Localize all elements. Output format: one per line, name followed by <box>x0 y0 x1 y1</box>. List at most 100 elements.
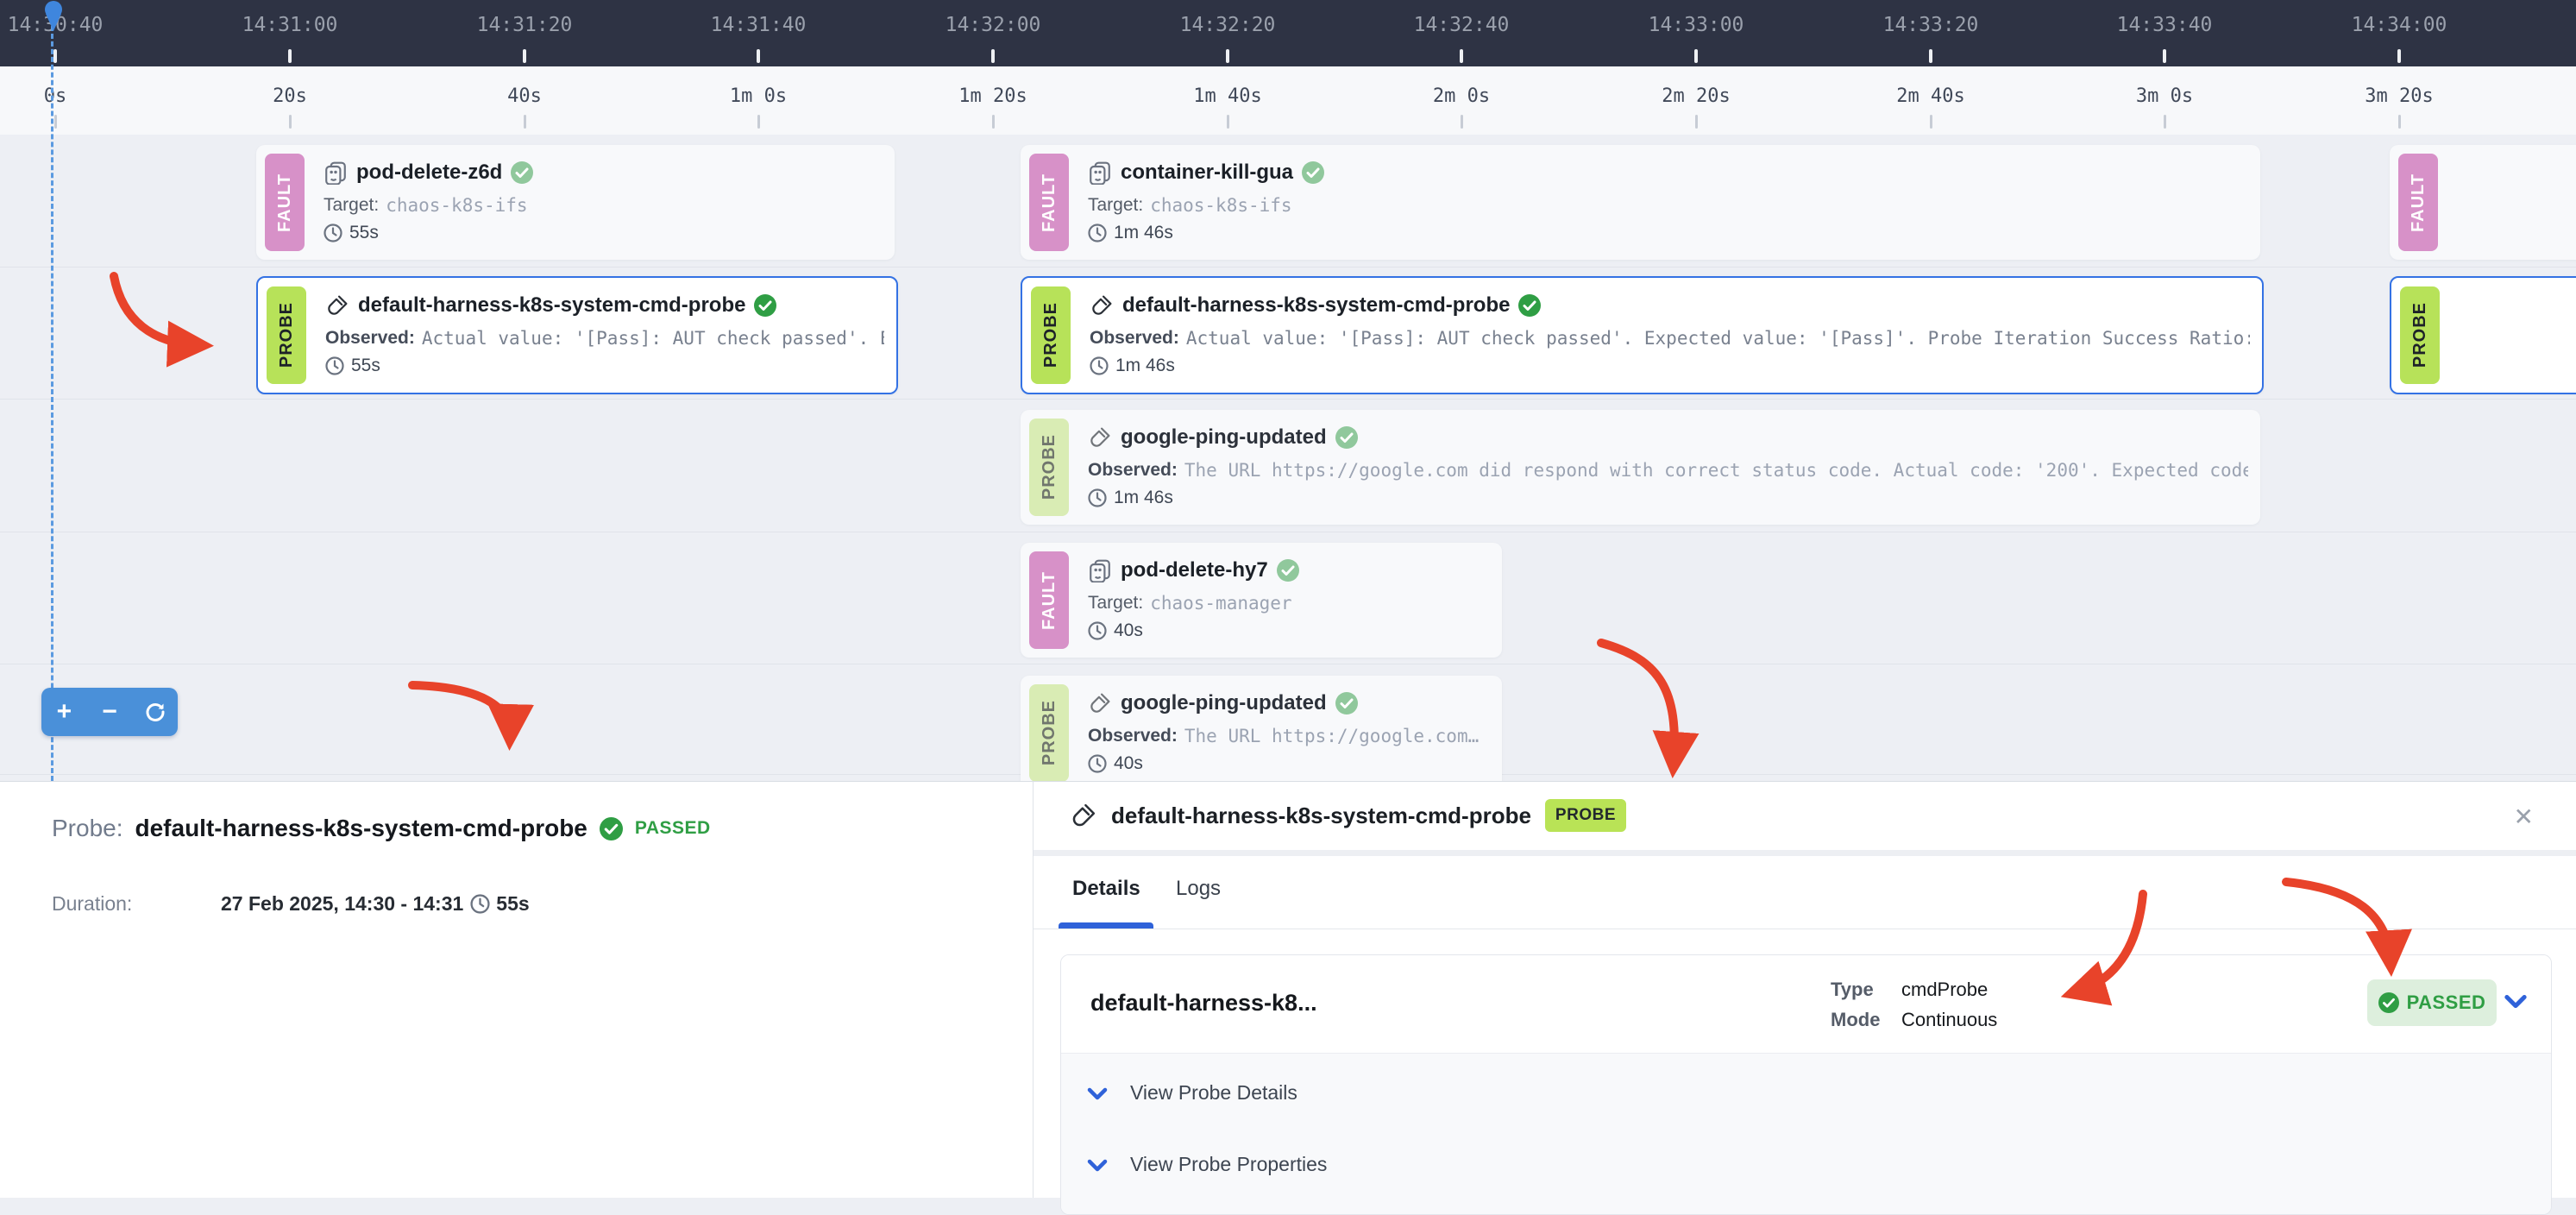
zoom-in-button[interactable]: + <box>47 695 81 729</box>
close-icon[interactable]: ✕ <box>2514 803 2534 831</box>
card-title: pod-delete-hy7 <box>1121 558 1268 582</box>
detail-panel-header: default-harness-k8s-system-cmd-probe PRO… <box>1034 782 2576 850</box>
duration-value: 1m 46s <box>1114 223 1173 243</box>
tick-mark <box>1226 49 1229 63</box>
type-label: Type <box>1831 979 1879 1001</box>
target-value: chaos-manager <box>1150 593 1291 614</box>
duration-value: 55s <box>349 223 379 243</box>
fault-icon <box>1088 558 1112 582</box>
zoom-out-button[interactable]: − <box>92 695 127 729</box>
tick-mark <box>524 115 526 129</box>
elapsed-tick-label: 40s <box>438 85 611 107</box>
probe-badge: PROBE <box>267 286 306 384</box>
tick-mark <box>1929 49 1932 63</box>
card-title: container-kill-gua <box>1121 161 1293 185</box>
view-probe-details-expander[interactable]: View Probe Details <box>1087 1081 1297 1105</box>
observed-label: Observed: <box>1088 726 1178 746</box>
tick-mark <box>53 49 57 63</box>
duration-value: 27 Feb 2025, 14:30 - 14:31 <box>221 892 463 916</box>
tab-logs[interactable]: Logs <box>1176 877 1221 901</box>
check-circle-icon <box>511 161 533 184</box>
mode-value: Continuous <box>1901 1009 1997 1031</box>
clock-icon <box>1088 223 1107 242</box>
duration-time: 55s <box>496 892 529 916</box>
duration-value: 1m 46s <box>1115 356 1175 376</box>
observed-value: Actual value: '[Pass]: AUT check passed'… <box>1186 328 2250 349</box>
elapsed-tick-label: 2m 20s <box>1610 85 1782 107</box>
chevron-down-icon <box>1087 1086 1108 1100</box>
fault-card-pod-delete-z6d[interactable]: FAULT pod-delete-z6d Target: chaos-k8s-i… <box>256 145 895 260</box>
probe-label: Probe: <box>52 815 123 842</box>
elapsed-tick-label: 0s <box>0 85 141 107</box>
probe-type-badge: PROBE <box>1545 799 1626 832</box>
tick-mark <box>1461 115 1463 129</box>
time-tick-label: 14:32:00 <box>907 14 1079 36</box>
time-tick-label: 14:32:40 <box>1375 14 1548 36</box>
target-label: Target: <box>1088 593 1143 614</box>
status-badge: PASSED <box>635 818 711 839</box>
zoom-reset-button[interactable] <box>138 695 173 729</box>
elapsed-tick-label: 2m 0s <box>1375 85 1548 107</box>
type-value: cmdProbe <box>1901 979 1988 1001</box>
elapsed-tick-label: 3m 0s <box>2078 85 2251 107</box>
check-circle-icon <box>1335 692 1358 715</box>
card-title: default-harness-k8s-system-cmd-probe <box>1122 293 1510 318</box>
time-tick-label: 14:31:00 <box>204 14 376 36</box>
tick-mark <box>1227 115 1229 129</box>
elapsed-tick-label: 20s <box>204 85 376 107</box>
time-tick-label: 14:31:20 <box>438 14 611 36</box>
check-circle-icon <box>1277 559 1299 582</box>
probe-card-cmd-probe-2[interactable]: PROBE default-harness-k8s-system-cmd-pro… <box>1021 276 2264 394</box>
active-tab-underline <box>1059 922 1153 929</box>
target-label: Target: <box>324 195 379 216</box>
probe-card-google-ping-1[interactable]: PROBE google-ping-updated Observed: The … <box>1021 410 2260 525</box>
fault-card-partial[interactable]: FAULT <box>2390 145 2576 260</box>
card-title: default-harness-k8s-system-cmd-probe <box>358 293 745 318</box>
card-title: google-ping-updated <box>1121 425 1327 450</box>
clock-icon <box>1088 621 1107 640</box>
reset-zoom-icon <box>144 701 166 723</box>
tab-details[interactable]: Details <box>1072 877 1140 901</box>
fault-card-container-kill-gua[interactable]: FAULT container-kill-gua Target: chaos-k… <box>1021 145 2260 260</box>
timeline-zoom-controls: + − <box>41 688 178 736</box>
timeline-canvas[interactable]: FAULT pod-delete-z6d Target: chaos-k8s-i… <box>0 135 2576 781</box>
clock-icon <box>324 223 342 242</box>
observed-value: The URL https://google.com… <box>1184 726 1479 746</box>
observed-label: Observed: <box>1088 460 1178 481</box>
elapsed-tick-label: 3m 20s <box>2313 85 2485 107</box>
tick-mark <box>2397 49 2401 63</box>
absolute-time-ruler: 14:30:40 14:31:00 14:31:20 14:31:40 14:3… <box>0 0 2576 66</box>
probe-card-google-ping-2[interactable]: PROBE google-ping-updated Observed: The … <box>1021 676 1502 781</box>
playhead-pin[interactable] <box>41 0 66 35</box>
clock-icon <box>470 894 490 914</box>
observed-label: Observed: <box>1090 328 1179 349</box>
check-circle-icon <box>2378 992 2399 1013</box>
probe-result-card: default-harness-k8... Type cmdProbe Mode… <box>1060 954 2552 1215</box>
chevron-down-icon <box>1087 1158 1108 1172</box>
playhead-line <box>51 26 53 781</box>
observed-value: Actual value: '[Pass]: AUT check passed'… <box>422 328 884 349</box>
tick-mark <box>2163 49 2166 63</box>
fault-badge: FAULT <box>2398 154 2438 251</box>
probe-badge: PROBE <box>2400 286 2440 384</box>
fault-card-pod-delete-hy7[interactable]: FAULT pod-delete-hy7 Target: chaos-manag… <box>1021 543 1502 658</box>
chevron-down-icon[interactable] <box>2504 993 2528 1009</box>
target-label: Target: <box>1088 195 1143 216</box>
time-tick-label: 14:30:40 <box>0 14 141 36</box>
target-value: chaos-k8s-ifs <box>386 195 527 216</box>
tick-mark <box>523 49 526 63</box>
probe-card-cmd-probe-1[interactable]: PROBE default-harness-k8s-system-cmd-pro… <box>256 276 898 394</box>
fault-icon <box>1088 161 1112 185</box>
probe-icon <box>1088 691 1112 715</box>
probe-icon <box>1070 802 1097 829</box>
observed-value: The URL https://google.com did respond w… <box>1184 460 2248 481</box>
fault-icon <box>324 161 348 185</box>
check-circle-icon <box>1518 294 1541 317</box>
probe-card-partial[interactable]: PROBE <box>2390 276 2576 394</box>
tick-mark <box>2164 115 2166 129</box>
detail-panel-title: default-harness-k8s-system-cmd-probe <box>1111 803 1531 829</box>
probe-icon <box>325 293 349 318</box>
tick-mark <box>1460 49 1463 63</box>
row-divider <box>0 399 2576 400</box>
view-probe-properties-expander[interactable]: View Probe Properties <box>1087 1153 1327 1176</box>
